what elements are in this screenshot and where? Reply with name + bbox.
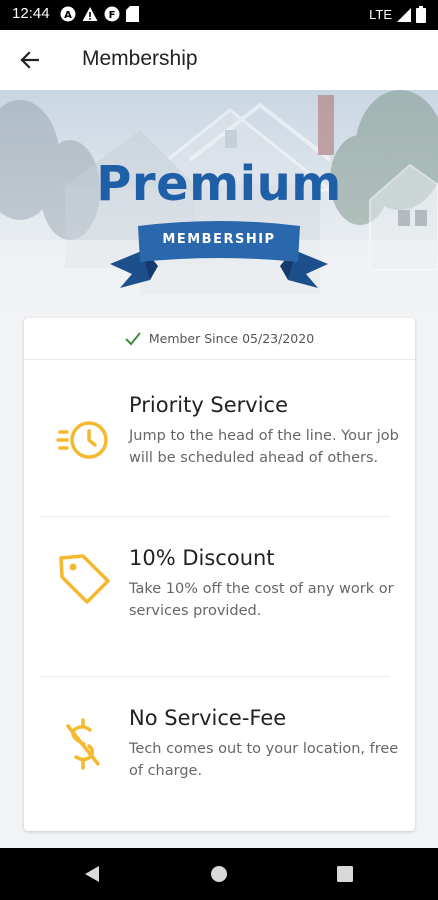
member-since-row: Member Since 05/23/2020 (24, 318, 415, 360)
warning-icon (82, 7, 98, 21)
ribbon-label: MEMBERSHIP (162, 232, 276, 247)
arrow-left-icon (20, 51, 39, 69)
hero-banner: Premium MEMBERSHIP (0, 90, 438, 330)
benefit-title: Priority Service (129, 393, 289, 417)
status-bar: 12:44 A F LTE (0, 0, 438, 30)
benefit-description: Tech comes out to your location, free of… (129, 741, 399, 779)
benefit-no-service-fee: No Service-Fee Tech comes out to your lo… (24, 676, 415, 826)
nav-back-button[interactable] (80, 862, 104, 886)
back-triangle-icon (85, 866, 99, 882)
nav-recents-button[interactable] (333, 862, 357, 886)
status-time: 12:44 (12, 5, 50, 22)
f-circle-icon: F (104, 6, 120, 22)
clock-fast-icon (56, 412, 112, 468)
recents-square-icon (337, 866, 353, 882)
sd-card-icon (126, 6, 139, 22)
tag-icon (56, 550, 112, 606)
benefit-title: No Service-Fee (129, 706, 287, 730)
status-notification-icons: A F (60, 6, 139, 22)
nav-home-button[interactable] (207, 862, 231, 886)
membership-card: Member Since 05/23/2020 Priority Service… (24, 318, 415, 831)
benefit-title: 10% Discount (129, 546, 275, 570)
membership-ribbon (110, 221, 328, 288)
benefit-priority-service: Priority Service Jump to the head of the… (24, 360, 415, 516)
premium-heading: Premium (96, 156, 342, 212)
signal-icon (397, 7, 411, 22)
no-dollar-icon (56, 716, 112, 772)
benefit-discount: 10% Discount Take 10% off the cost of an… (24, 516, 415, 676)
status-system-icons: LTE (369, 6, 426, 23)
network-type: LTE (369, 7, 392, 22)
back-button[interactable] (14, 45, 44, 75)
battery-icon (416, 6, 426, 23)
home-circle-icon (211, 866, 227, 882)
page-title: Membership (82, 47, 198, 70)
benefit-description: Jump to the head of the line. Your job w… (129, 428, 399, 466)
svg-text:F: F (109, 10, 116, 21)
svg-text:A: A (64, 10, 72, 21)
a-circle-icon: A (60, 6, 76, 22)
benefit-description: Take 10% off the cost of any work or ser… (129, 581, 394, 619)
system-nav-bar (0, 848, 438, 900)
app-bar: Membership (0, 30, 438, 90)
check-icon (125, 331, 141, 345)
member-since-text: Member Since 05/23/2020 (148, 331, 315, 346)
